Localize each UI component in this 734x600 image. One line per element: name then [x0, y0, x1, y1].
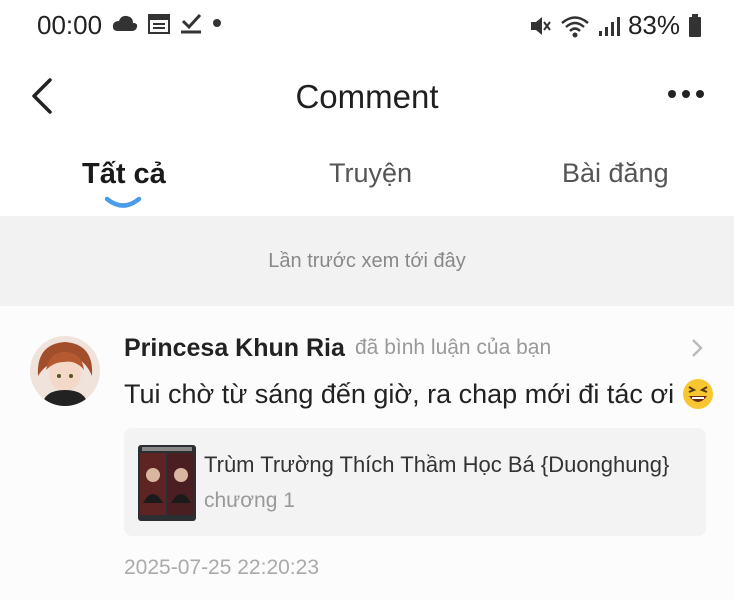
tab-all[interactable]: Tất cả [82, 158, 166, 191]
comment-text: Tui chờ từ sáng đến giờ, ra chap mới đi … [124, 378, 675, 409]
avatar[interactable] [30, 336, 100, 406]
download-check-icon [181, 13, 202, 34]
action-text: đã bình luận của bạn [355, 336, 552, 359]
comment-text-row: Tui chờ từ sáng đến giờ, ra chap mới đi … [124, 378, 714, 410]
status-right-icons: 83% [528, 10, 702, 41]
tab-posts[interactable]: Bài đăng [562, 158, 669, 189]
battery-icon [689, 13, 701, 37]
active-tab-indicator [104, 196, 142, 208]
cloud-icon [112, 15, 138, 31]
commenter-name[interactable]: Princesa Khun Ria [124, 334, 345, 363]
tab-bar: Tất cả Truyện Bài đăng [0, 150, 734, 216]
mute-icon [530, 16, 551, 35]
more-dots-icon[interactable] [668, 90, 704, 98]
chevron-right-icon[interactable] [690, 338, 704, 358]
last-viewed-notice: Lần trước xem tới đây [0, 216, 734, 306]
story-card[interactable]: Trùm Trường Thích Thầm Học Bá {Duonghung… [124, 428, 706, 536]
status-time: 00:00 [37, 10, 103, 40]
story-title: Trùm Trường Thích Thầm Học Bá {Duonghung… [204, 452, 670, 477]
status-bar: 00:00 83% [0, 0, 734, 52]
comment-notification[interactable]: Princesa Khun Ria đã bình luận của bạn T… [0, 306, 734, 600]
story-cover-image [138, 445, 196, 521]
comment-timestamp: 2025-07-25 22:20:23 [124, 556, 319, 579]
status-left-icons [112, 12, 222, 34]
battery-percent: 83% [627, 10, 680, 40]
signal-icon [598, 16, 620, 36]
chapter-label: chương 1 [204, 489, 295, 512]
calendar-icon [148, 14, 170, 34]
tab-stories[interactable]: Truyện [329, 158, 412, 189]
header: Comment [0, 60, 734, 136]
laughing-emoji-icon [683, 379, 714, 409]
dot-icon [213, 19, 221, 27]
page-title: Comment [295, 78, 439, 115]
wifi-icon [561, 15, 589, 37]
